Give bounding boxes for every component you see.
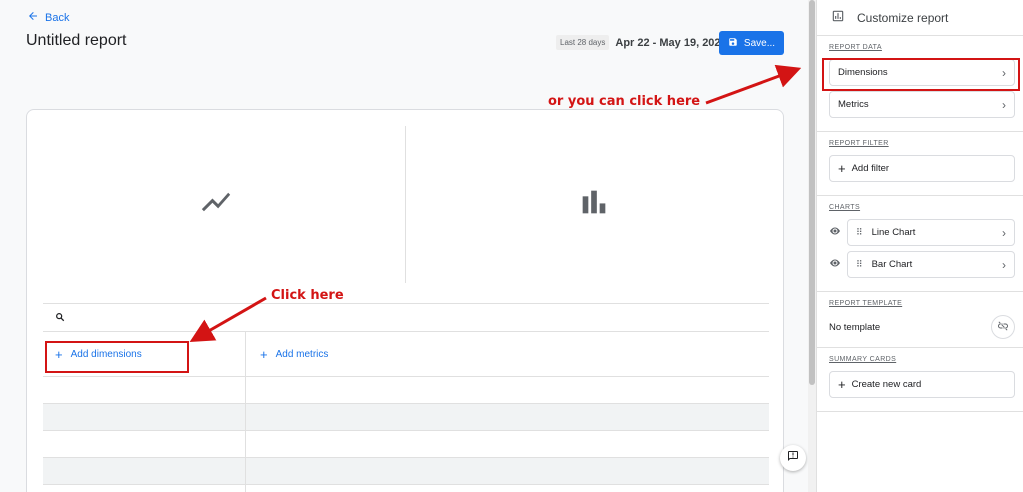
save-icon xyxy=(728,37,738,50)
eye-icon[interactable] xyxy=(829,256,841,274)
section-title: CHARTS xyxy=(829,204,861,211)
section-title: REPORT FILTER xyxy=(829,140,889,147)
section-title: SUMMARY CARDS xyxy=(829,356,897,363)
report-template-section: REPORT TEMPLATE No template xyxy=(817,292,1023,348)
add-filter-label: Add filter xyxy=(851,163,890,174)
annotation-bottom: Click here xyxy=(271,288,344,303)
template-value: No template xyxy=(829,321,881,333)
scrollbar-thumb[interactable] xyxy=(809,0,815,385)
line-chart-icon xyxy=(199,185,233,224)
table-row xyxy=(43,377,769,404)
table-row xyxy=(43,404,769,431)
chevron-right-icon: › xyxy=(1002,97,1006,112)
customize-chart-icon xyxy=(831,9,845,26)
save-button[interactable]: Save... xyxy=(719,31,784,55)
main-area: Back Untitled report Last 28 days Apr 22… xyxy=(0,0,808,492)
add-metrics-label: Add metrics xyxy=(275,348,329,360)
report-filter-section: REPORT FILTER + Add filter xyxy=(817,132,1023,196)
page-title: Untitled report xyxy=(26,32,127,49)
line-chart-row: ⠿ Line Chart › xyxy=(829,219,1015,246)
plus-icon: + xyxy=(838,377,846,392)
panel-title: Customize report xyxy=(857,10,949,25)
bar-chart-row: ⠿ Bar Chart › xyxy=(829,251,1015,278)
feedback-icon xyxy=(787,449,799,467)
table-body xyxy=(43,377,769,492)
add-dimensions-highlight xyxy=(45,341,189,373)
chevron-right-icon: › xyxy=(1002,225,1006,240)
summary-cards-section: SUMMARY CARDS + Create new card xyxy=(817,348,1023,412)
back-label: Back xyxy=(45,11,70,24)
bar-chart-placeholder xyxy=(405,126,783,282)
feedback-button[interactable] xyxy=(780,445,806,471)
table-row xyxy=(43,431,769,458)
app-root: Back Untitled report Last 28 days Apr 22… xyxy=(0,0,1023,492)
chevron-right-icon: › xyxy=(1002,257,1006,272)
create-card-button[interactable]: + Create new card xyxy=(829,371,1015,398)
search-icon xyxy=(55,309,65,327)
bar-chart-item[interactable]: ⠿ Bar Chart › xyxy=(847,251,1015,278)
metrics-item[interactable]: Metrics › xyxy=(829,91,1015,118)
dimensions-highlight xyxy=(822,58,1020,91)
create-card-label: Create new card xyxy=(851,379,922,390)
back-link[interactable]: Back xyxy=(27,10,69,25)
report-table: + Add dimensions + Add metrics xyxy=(43,303,769,492)
annotation-top: or you can click here xyxy=(548,94,701,109)
line-chart-item[interactable]: ⠿ Line Chart › xyxy=(847,219,1015,246)
plus-icon: + xyxy=(838,161,846,176)
report-card: + Add dimensions + Add metrics xyxy=(26,109,784,492)
arrow-left-icon xyxy=(27,10,39,25)
bar-chart-icon xyxy=(577,185,611,224)
table-row xyxy=(43,485,769,492)
section-title: REPORT TEMPLATE xyxy=(829,300,903,307)
panel-header: Customize report xyxy=(817,0,1023,36)
main-scrollbar[interactable] xyxy=(808,0,816,492)
line-chart-placeholder xyxy=(27,126,405,282)
drag-handle-icon[interactable]: ⠿ xyxy=(856,259,863,270)
save-label: Save... xyxy=(743,37,776,49)
add-metrics-button[interactable]: + Add metrics xyxy=(246,332,769,376)
line-chart-label: Line Chart xyxy=(871,227,916,238)
date-range-picker[interactable]: Last 28 days Apr 22 - May 19, 2023 xyxy=(556,35,727,50)
drag-handle-icon[interactable]: ⠿ xyxy=(856,227,863,238)
charts-section: CHARTS ⠿ Line Chart › ⠿ Bar Chart › xyxy=(817,196,1023,292)
plus-icon: + xyxy=(260,346,268,362)
date-range-label: Last 28 days xyxy=(556,35,610,50)
metrics-label: Metrics xyxy=(838,99,869,110)
table-row xyxy=(43,458,769,485)
date-range-value: Apr 22 - May 19, 2023 xyxy=(615,36,727,49)
link-off-icon xyxy=(997,320,1009,335)
bar-chart-label: Bar Chart xyxy=(871,259,913,270)
unlink-template-button[interactable] xyxy=(991,315,1015,339)
section-title: REPORT DATA xyxy=(829,44,882,51)
eye-icon[interactable] xyxy=(829,224,841,242)
table-search[interactable] xyxy=(43,303,769,332)
add-filter-button[interactable]: + Add filter xyxy=(829,155,1015,182)
